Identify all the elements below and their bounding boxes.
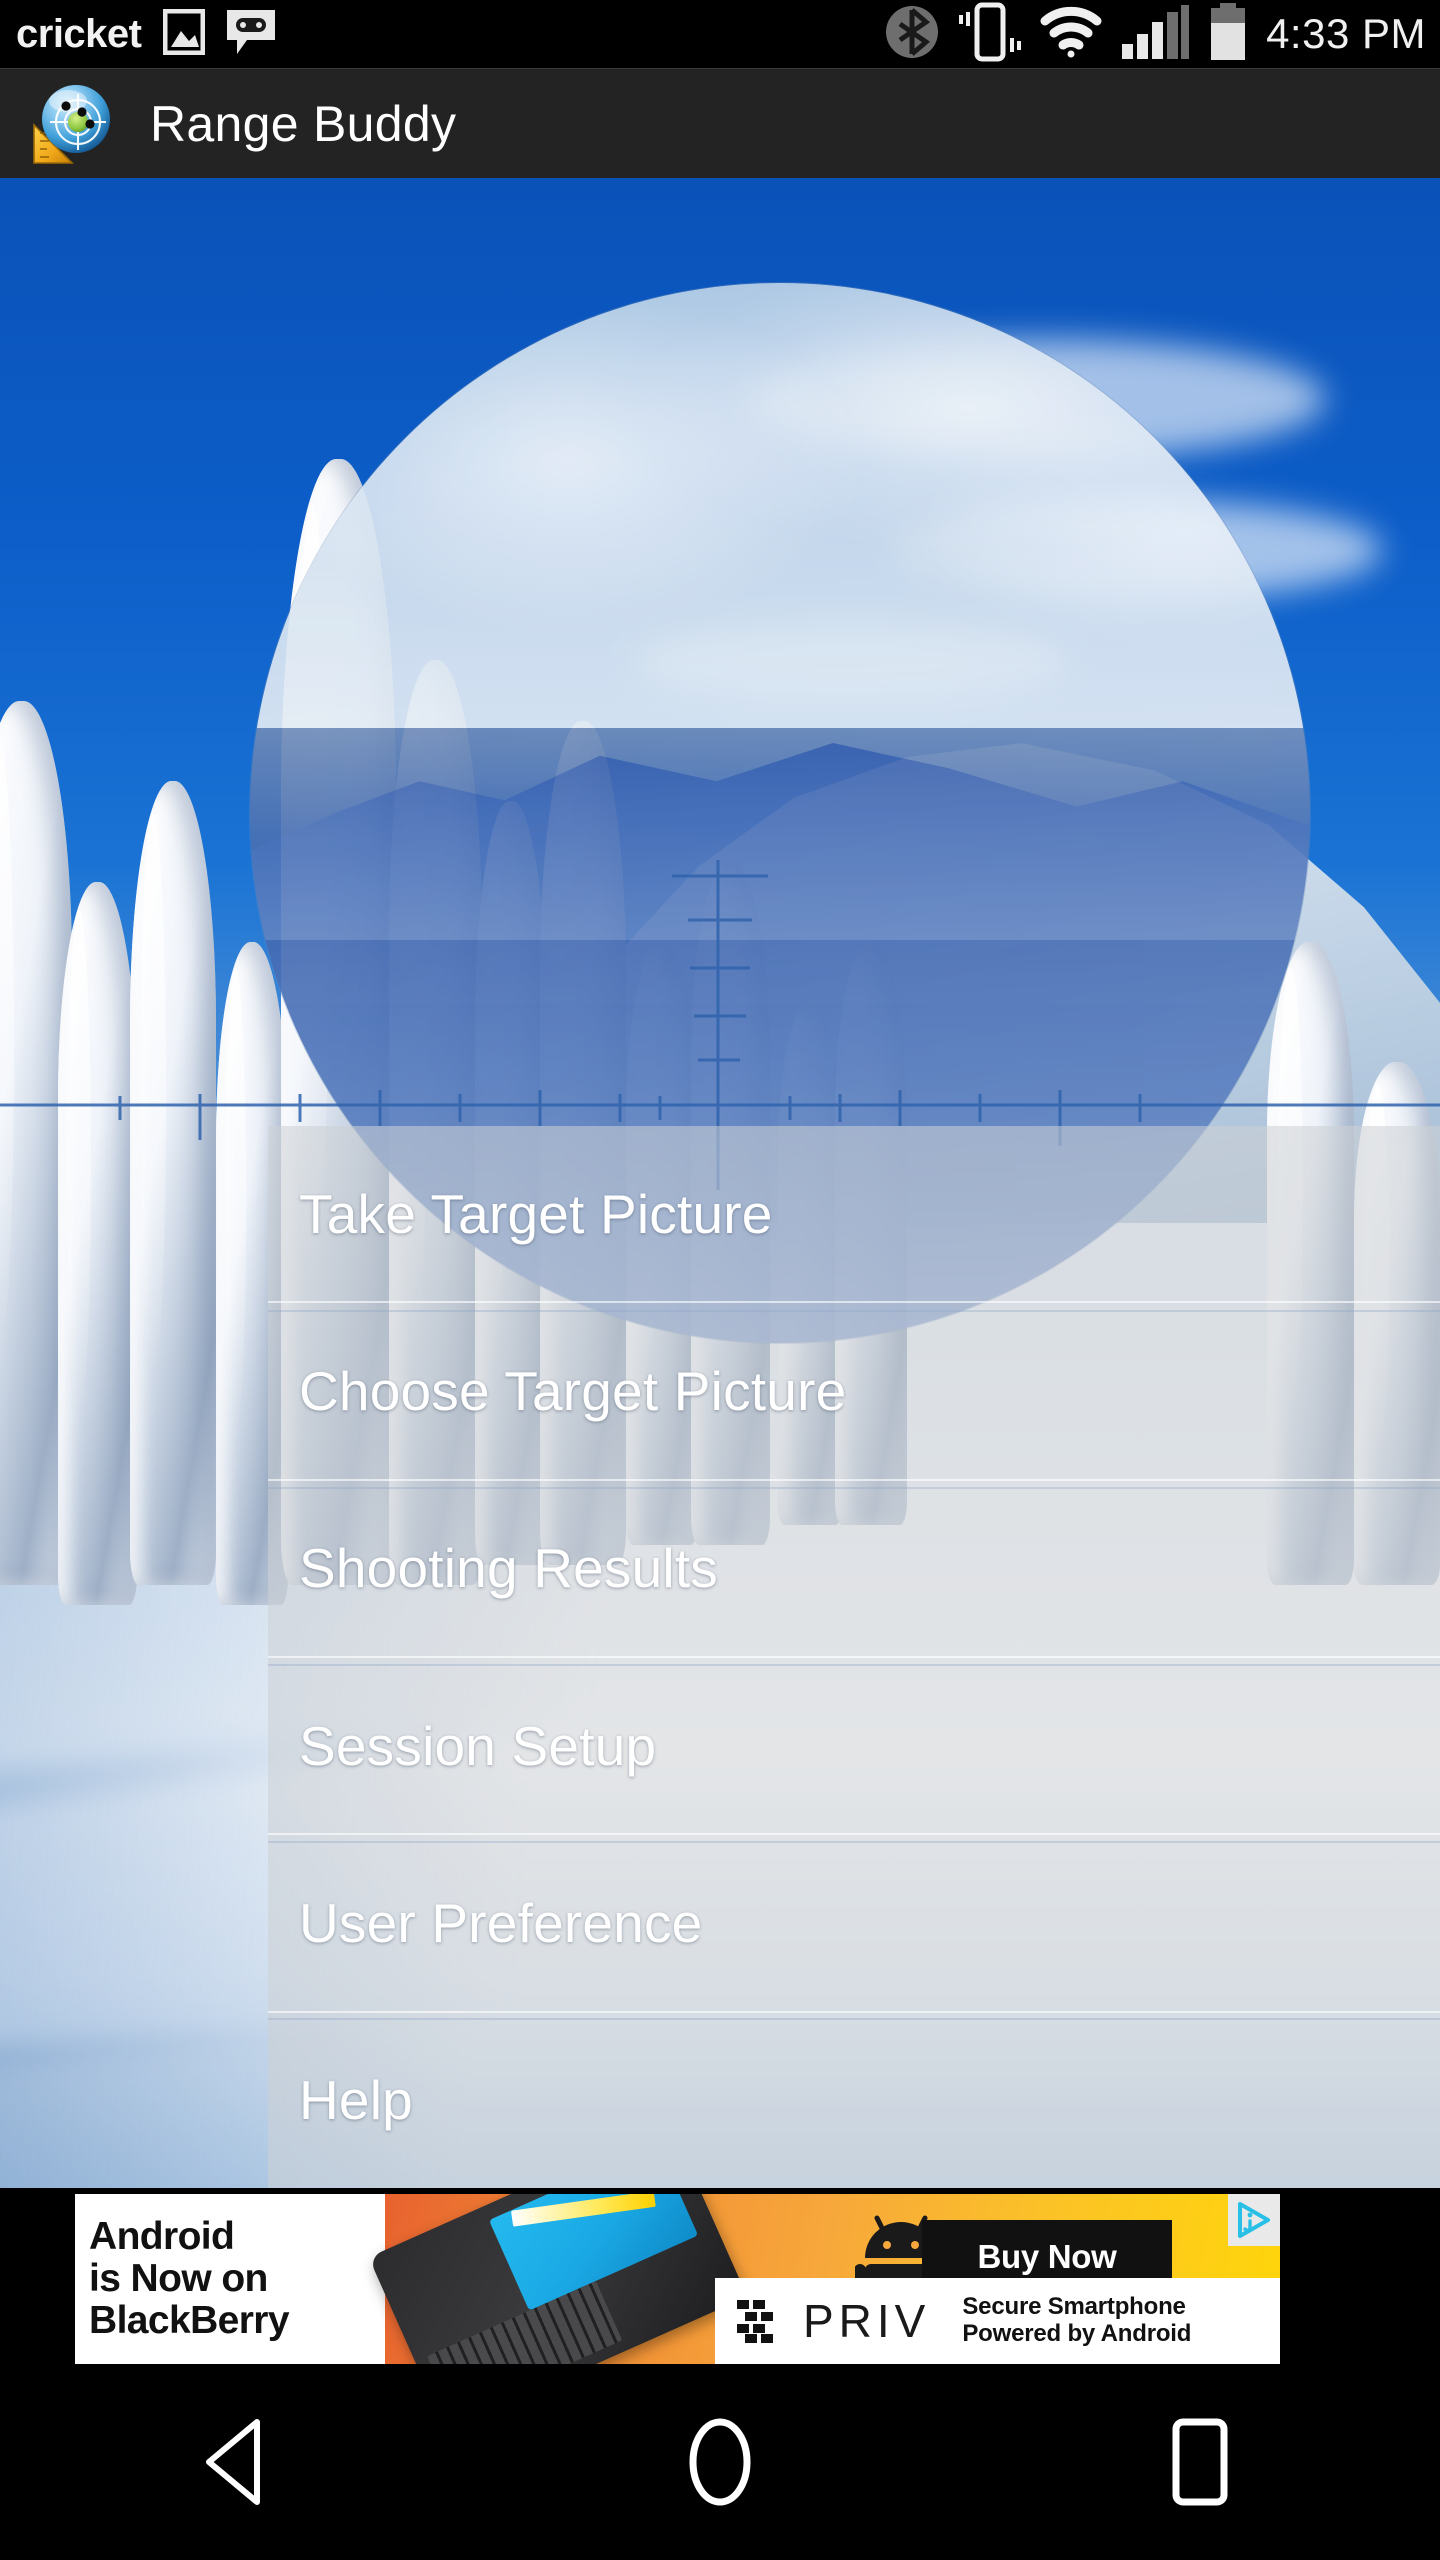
app-title: Range Buddy	[150, 95, 457, 152]
ad-headline: Android is Now on BlackBerry	[75, 2194, 385, 2364]
android-navigation-bar	[0, 2364, 1440, 2560]
snow-tree	[129, 781, 216, 1585]
priv-tagline-line-1: Secure Smartphone	[962, 2293, 1186, 2321]
menu-item-help[interactable]: Help	[268, 2013, 1440, 2188]
menu-item-label: Take Target Picture	[299, 1182, 773, 1245]
app-bar: Range Buddy	[0, 68, 1440, 178]
recent-apps-button[interactable]	[1125, 2387, 1275, 2537]
menu-item-label: Choose Target Picture	[299, 1359, 847, 1422]
snow-tree	[57, 881, 137, 1606]
ad-product-bar: PRIV Secure Smartphone Powered by Androi…	[715, 2278, 1280, 2364]
priv-tagline: Secure Smartphone Powered by Android	[962, 2293, 1192, 2348]
menu-item-label: User Preference	[299, 1891, 703, 1954]
menu-item-take-target-picture[interactable]: Take Target Picture	[268, 1126, 1440, 1304]
main-menu: Take Target Picture Choose Target Pictur…	[268, 1126, 1440, 2188]
menu-item-shooting-results[interactable]: Shooting Results	[268, 1481, 1440, 1658]
battery-icon	[1208, 2, 1248, 66]
priv-wordmark: PRIV	[803, 2295, 931, 2347]
ad-headline-line-3: BlackBerry	[89, 2299, 290, 2343]
ad-banner[interactable]: Android is Now on BlackBerry Buy Now PRI…	[75, 2194, 1280, 2364]
blackberry-phone-image	[368, 2194, 748, 2364]
menu-item-label: Help	[299, 2069, 413, 2132]
back-button[interactable]	[165, 2387, 315, 2537]
status-bar: cricket 4:33 PM	[0, 0, 1440, 68]
home-button[interactable]	[645, 2387, 795, 2537]
wifi-icon	[1040, 6, 1102, 63]
status-bar-system-icons: 4:33 PM	[884, 2, 1426, 67]
menu-item-label: Session Setup	[299, 1714, 657, 1777]
menu-item-choose-target-picture[interactable]: Choose Target Picture	[268, 1303, 1440, 1481]
menu-item-session-setup[interactable]: Session Setup	[268, 1658, 1440, 1836]
ad-headline-line-1: Android	[89, 2214, 235, 2258]
clock-label: 4:33 PM	[1266, 10, 1426, 57]
voicemail-icon	[225, 8, 277, 61]
ad-graphic-area: Buy Now PRIV Secure Smartphone Powered b…	[368, 2194, 1280, 2364]
cellular-signal-icon	[1120, 4, 1190, 65]
status-bar-notification-icons	[162, 8, 277, 61]
priv-tagline-line-2: Powered by Android	[962, 2320, 1192, 2347]
ad-headline-line-2: is Now on	[89, 2256, 268, 2300]
range-buddy-logo-icon	[30, 81, 116, 167]
adchoices-icon[interactable]	[1228, 2194, 1280, 2246]
blackberry-logo-icon	[737, 2298, 789, 2344]
phone-screen: cricket 4:33 PM Range Buddy Take Target …	[0, 0, 1440, 2560]
vibrate-icon	[958, 2, 1022, 67]
menu-item-user-preference[interactable]: User Preference	[268, 1835, 1440, 2013]
menu-item-label: Shooting Results	[299, 1537, 719, 1600]
carrier-label: cricket	[16, 11, 142, 56]
buy-now-label: Buy Now	[977, 2238, 1117, 2275]
bluetooth-icon	[884, 4, 940, 65]
gallery-icon	[162, 8, 206, 60]
